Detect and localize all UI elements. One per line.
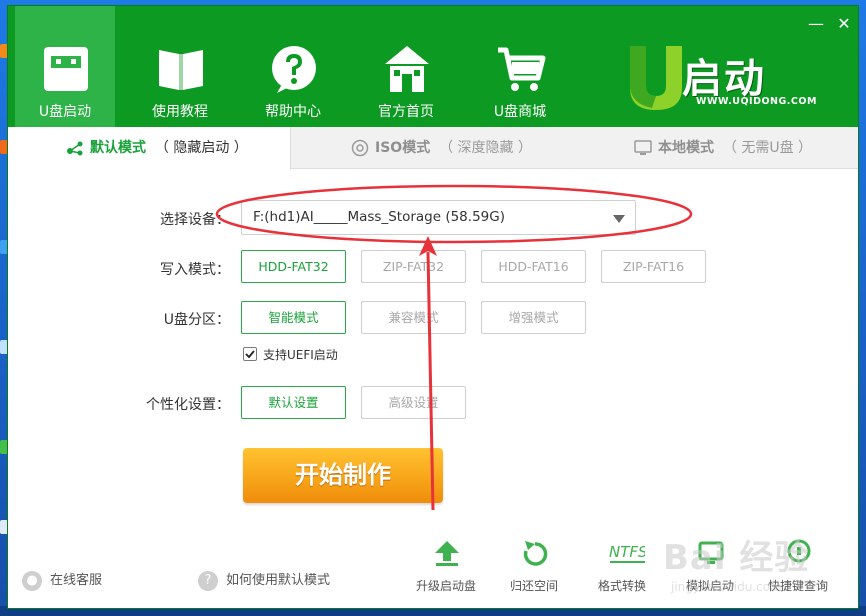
- tool-label: 升级启动盘: [415, 579, 476, 593]
- nav-label: U盘商城: [493, 104, 547, 120]
- nav-label: 使用教程: [152, 104, 208, 120]
- nav-item-tutorial[interactable]: 使用教程: [130, 6, 230, 127]
- write-mode-zip-fat16[interactable]: ZIP-FAT16: [601, 250, 706, 283]
- personalize-label: 个性化设置：: [146, 397, 230, 413]
- write-mode-hdd-fat16[interactable]: HDD-FAT16: [481, 250, 586, 283]
- tool-label: 格式转换: [597, 579, 646, 593]
- tab-label: ISO模式: [375, 140, 431, 156]
- write-mode-label: 写入模式：: [160, 262, 230, 278]
- brand-logo: 启动 WWW.UQIDONG.COM: [626, 42, 816, 112]
- nav-item-usb-boot[interactable]: U盘启动: [15, 6, 115, 127]
- monitor-icon: [634, 140, 652, 155]
- nav-label: 帮助中心: [265, 104, 321, 120]
- disc-icon: [351, 139, 369, 157]
- device-select-value: F:(hd1)AI_____Mass_Storage (58.59G): [253, 209, 505, 225]
- watermark-url: jingyan.baidu.com: [671, 580, 782, 594]
- book-icon: [159, 50, 203, 90]
- watermark-text: Bai 经验: [663, 538, 810, 578]
- uefi-checkbox[interactable]: [243, 347, 257, 361]
- howto-label: 如何使用默认模式: [226, 573, 331, 588]
- u-logo-icon: [630, 46, 682, 110]
- question-icon: ?: [198, 570, 218, 591]
- tool-label: 归还空间: [509, 579, 558, 593]
- app-window: — ✕ U盘启动 使用教程 帮助中心 官方首页 U盘商城 启动 WWW.UQID…: [8, 6, 858, 608]
- app-header: — ✕ U盘启动 使用教程 帮助中心 官方首页 U盘商城 启动 WWW.UQID…: [8, 6, 858, 127]
- usb-drive-icon: [44, 47, 88, 91]
- nav-item-shop[interactable]: U盘商城: [470, 6, 570, 127]
- tab-label: 默认模式: [90, 140, 146, 156]
- uefi-label: 支持UEFI启动: [263, 348, 338, 362]
- tool-format-convert[interactable]: NTFS 格式转换: [587, 539, 657, 599]
- help-icon: [272, 46, 316, 93]
- close-button[interactable]: ✕: [833, 14, 855, 34]
- mode-tabs: 默认模式 （ 隐藏启动 ） ISO模式 （ 深度隐藏 ） 本地模式 （ 无需U盘…: [8, 127, 858, 170]
- check-icon: [245, 350, 255, 359]
- tab-label: 本地模式: [658, 140, 714, 156]
- tool-restore-space[interactable]: 归还空间: [499, 539, 569, 599]
- cart-icon: [498, 47, 546, 91]
- online-service-label: 在线客服: [50, 573, 103, 588]
- restore-icon: [523, 541, 548, 566]
- advanced-settings-button[interactable]: 高级设置: [361, 386, 466, 419]
- howto-link[interactable]: ? 如何使用默认模式: [198, 569, 330, 591]
- nav-item-help-center[interactable]: 帮助中心: [243, 6, 343, 127]
- tab-sublabel: （ 无需U盘 ）: [722, 140, 813, 156]
- ntfs-text: NTFS: [609, 543, 645, 561]
- upload-icon: [435, 541, 459, 566]
- share-icon: [67, 141, 83, 156]
- ntfs-icon: NTFS: [609, 543, 645, 563]
- online-service-link[interactable]: ● 在线客服: [22, 569, 102, 591]
- tab-local-mode[interactable]: 本地模式 （ 无需U盘 ）: [574, 127, 858, 169]
- partition-enhanced-mode[interactable]: 增强模式: [481, 301, 586, 334]
- partition-compatible-mode[interactable]: 兼容模式: [361, 301, 466, 334]
- write-mode-zip-fat32[interactable]: ZIP-FAT32: [361, 250, 466, 283]
- partition-label: U盘分区：: [163, 312, 230, 328]
- write-mode-hdd-fat32[interactable]: HDD-FAT32: [241, 250, 346, 283]
- start-making-button[interactable]: 开始制作: [243, 448, 443, 503]
- home-icon: [385, 46, 429, 92]
- partition-smart-mode[interactable]: 智能模式: [241, 301, 346, 334]
- default-settings-button[interactable]: 默认设置: [241, 386, 346, 419]
- nav-label: 官方首页: [378, 104, 434, 120]
- device-select[interactable]: F:(hd1)AI_____Mass_Storage (58.59G): [241, 200, 636, 235]
- nav-item-homepage[interactable]: 官方首页: [356, 6, 456, 127]
- tab-sublabel: （ 深度隐藏 ）: [439, 140, 533, 156]
- device-label: 选择设备：: [160, 212, 230, 228]
- minimize-button[interactable]: —: [805, 14, 827, 34]
- tab-default-mode[interactable]: 默认模式 （ 隐藏启动 ）: [8, 127, 291, 170]
- baidu-watermark: Bai 经验 jingyan.baidu.com: [663, 526, 853, 606]
- logo-url: WWW.UQIDONG.COM: [696, 96, 817, 107]
- tab-iso-mode[interactable]: ISO模式 （ 深度隐藏 ）: [291, 127, 574, 169]
- chevron-down-icon: [613, 215, 625, 223]
- tool-upgrade[interactable]: 升级启动盘: [411, 539, 481, 599]
- nav-label: U盘启动: [38, 104, 92, 120]
- tab-sublabel: （ 隐藏启动 ）: [154, 140, 248, 156]
- headset-icon: ●: [22, 570, 42, 591]
